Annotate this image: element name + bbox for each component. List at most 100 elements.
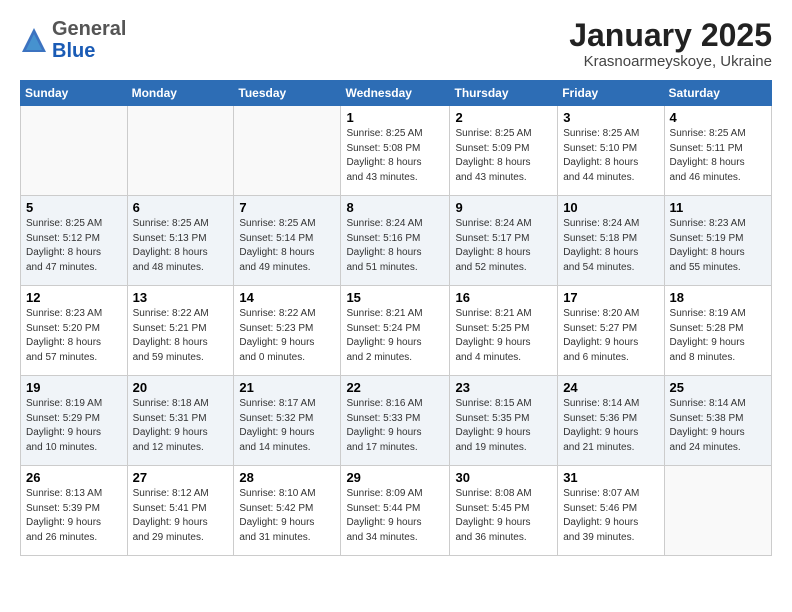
day-info: Sunrise: 8:19 AM Sunset: 5:28 PM Dayligh… [670,307,766,365]
col-saturday: Saturday [664,81,771,106]
calendar-cell: 4Sunrise: 8:25 AM Sunset: 5:11 PM Daylig… [664,106,771,196]
calendar-cell: 11 Sunrise: 8:23 AM Sunset: 5:19 PM Dayli… [664,196,771,286]
calendar-cell: 8Sunrise: 8:24 AM Sunset: 5:16 PM Daylig… [341,196,450,286]
day-number: 13 [133,290,229,305]
day-info: Sunrise: 8:21 AM Sunset: 5:25 PM Dayligh… [455,307,552,365]
day-info: Sunrise: 8:12 AM Sunset: 5:41 PM Dayligh… [133,487,229,545]
day-info: Sunrise: 8:17 AM Sunset: 5:32 PM Dayligh… [239,397,335,455]
calendar-week-2: 5 Sunrise: 8:25 AM Sunset: 5:12 PM Daylig… [21,196,772,286]
day-info: Sunrise: 8:25 AM Sunset: 5:08 PM Dayligh… [346,127,444,185]
calendar-cell: 29Sunrise: 8:09 AM Sunset: 5:44 PM Dayli… [341,466,450,556]
day-info: Sunrise: 8:15 AM Sunset: 5:35 PM Dayligh… [455,397,552,455]
col-wednesday: Wednesday [341,81,450,106]
title-area: January 2025 Krasnoarmeyskoye, Ukraine [569,18,772,70]
day-number: 10 [563,200,658,215]
calendar-cell: 16 Sunrise: 8:21 AM Sunset: 5:25 PM Dayli… [450,286,558,376]
day-info: Sunrise: 8:10 AM Sunset: 5:42 PM Dayligh… [239,487,335,545]
calendar-cell: 2 Sunrise: 8:25 AM Sunset: 5:09 PM Daylig… [450,106,558,196]
day-number: 8 [346,200,444,215]
calendar-cell: 6Sunrise: 8:25 AM Sunset: 5:13 PM Daylig… [127,196,234,286]
calendar-header-row: Sunday Monday Tuesday Wednesday Thursday… [21,81,772,106]
day-number: 29 [346,470,444,485]
col-thursday: Thursday [450,81,558,106]
logo-blue: Blue [52,40,95,62]
day-number: 3 [563,110,658,125]
day-number: 11 [670,200,766,215]
calendar-cell: 3 Sunrise: 8:25 AM Sunset: 5:10 PM Daylig… [558,106,664,196]
calendar-cell: 19Sunrise: 8:19 AM Sunset: 5:29 PM Dayli… [21,376,128,466]
day-number: 20 [133,380,229,395]
calendar-cell: 17 Sunrise: 8:20 AM Sunset: 5:27 PM Dayli… [558,286,664,376]
calendar-cell: 15Sunrise: 8:21 AM Sunset: 5:24 PM Dayli… [341,286,450,376]
day-number: 24 [563,380,658,395]
calendar-cell: 1 Sunrise: 8:25 AM Sunset: 5:08 PM Daylig… [341,106,450,196]
calendar-cell: 5 Sunrise: 8:25 AM Sunset: 5:12 PM Daylig… [21,196,128,286]
day-info: Sunrise: 8:07 AM Sunset: 5:46 PM Dayligh… [563,487,658,545]
col-sunday: Sunday [21,81,128,106]
day-number: 7 [239,200,335,215]
day-info: Sunrise: 8:08 AM Sunset: 5:45 PM Dayligh… [455,487,552,545]
day-info: Sunrise: 8:24 AM Sunset: 5:18 PM Dayligh… [563,217,658,275]
day-number: 22 [346,380,444,395]
day-number: 28 [239,470,335,485]
logo-text: General Blue [52,18,126,62]
calendar: Sunday Monday Tuesday Wednesday Thursday… [20,80,772,556]
calendar-week-3: 12 Sunrise: 8:23 AM Sunset: 5:20 PM Dayli… [21,286,772,376]
day-info: Sunrise: 8:24 AM Sunset: 5:17 PM Dayligh… [455,217,552,275]
col-friday: Friday [558,81,664,106]
calendar-cell: 23 Sunrise: 8:15 AM Sunset: 5:35 PM Dayli… [450,376,558,466]
calendar-cell: 14 Sunrise: 8:22 AM Sunset: 5:23 PM Dayli… [234,286,341,376]
day-info: Sunrise: 8:25 AM Sunset: 5:12 PM Dayligh… [26,217,122,275]
day-number: 1 [346,110,444,125]
calendar-cell [127,106,234,196]
logo-icon [20,26,48,54]
day-number: 23 [455,380,552,395]
page: General Blue January 2025 Krasnoarmeysko… [0,0,792,566]
day-number: 26 [26,470,122,485]
calendar-cell: 22 Sunrise: 8:16 AM Sunset: 5:33 PM Dayli… [341,376,450,466]
calendar-cell: 31 Sunrise: 8:07 AM Sunset: 5:46 PM Dayli… [558,466,664,556]
day-info: Sunrise: 8:25 AM Sunset: 5:09 PM Dayligh… [455,127,552,185]
day-number: 17 [563,290,658,305]
col-tuesday: Tuesday [234,81,341,106]
calendar-cell: 28 Sunrise: 8:10 AM Sunset: 5:42 PM Dayli… [234,466,341,556]
day-info: Sunrise: 8:20 AM Sunset: 5:27 PM Dayligh… [563,307,658,365]
day-number: 9 [455,200,552,215]
day-info: Sunrise: 8:18 AM Sunset: 5:31 PM Dayligh… [133,397,229,455]
day-number: 5 [26,200,122,215]
calendar-cell: 30 Sunrise: 8:08 AM Sunset: 5:45 PM Dayli… [450,466,558,556]
day-number: 27 [133,470,229,485]
main-title: January 2025 [569,18,772,53]
day-info: Sunrise: 8:14 AM Sunset: 5:38 PM Dayligh… [670,397,766,455]
calendar-cell: 26Sunrise: 8:13 AM Sunset: 5:39 PM Dayli… [21,466,128,556]
day-number: 25 [670,380,766,395]
calendar-cell: 25 Sunrise: 8:14 AM Sunset: 5:38 PM Dayli… [664,376,771,466]
day-number: 16 [455,290,552,305]
day-info: Sunrise: 8:21 AM Sunset: 5:24 PM Dayligh… [346,307,444,365]
calendar-week-5: 26Sunrise: 8:13 AM Sunset: 5:39 PM Dayli… [21,466,772,556]
calendar-cell: 10 Sunrise: 8:24 AM Sunset: 5:18 PM Dayli… [558,196,664,286]
subtitle: Krasnoarmeyskoye, Ukraine [569,53,772,70]
day-info: Sunrise: 8:25 AM Sunset: 5:10 PM Dayligh… [563,127,658,185]
day-info: Sunrise: 8:22 AM Sunset: 5:23 PM Dayligh… [239,307,335,365]
day-number: 30 [455,470,552,485]
calendar-cell: 20 Sunrise: 8:18 AM Sunset: 5:31 PM Dayli… [127,376,234,466]
day-info: Sunrise: 8:25 AM Sunset: 5:14 PM Dayligh… [239,217,335,275]
day-info: Sunrise: 8:23 AM Sunset: 5:20 PM Dayligh… [26,307,122,365]
day-number: 12 [26,290,122,305]
calendar-week-4: 19Sunrise: 8:19 AM Sunset: 5:29 PM Dayli… [21,376,772,466]
calendar-cell: 27 Sunrise: 8:12 AM Sunset: 5:41 PM Dayli… [127,466,234,556]
day-number: 21 [239,380,335,395]
calendar-cell: 13Sunrise: 8:22 AM Sunset: 5:21 PM Dayli… [127,286,234,376]
calendar-cell [664,466,771,556]
day-number: 2 [455,110,552,125]
day-number: 14 [239,290,335,305]
calendar-cell: 12 Sunrise: 8:23 AM Sunset: 5:20 PM Dayli… [21,286,128,376]
col-monday: Monday [127,81,234,106]
day-info: Sunrise: 8:16 AM Sunset: 5:33 PM Dayligh… [346,397,444,455]
day-info: Sunrise: 8:14 AM Sunset: 5:36 PM Dayligh… [563,397,658,455]
calendar-week-1: 1 Sunrise: 8:25 AM Sunset: 5:08 PM Daylig… [21,106,772,196]
calendar-cell: 24 Sunrise: 8:14 AM Sunset: 5:36 PM Dayli… [558,376,664,466]
day-number: 31 [563,470,658,485]
day-info: Sunrise: 8:23 AM Sunset: 5:19 PM Dayligh… [670,217,766,275]
